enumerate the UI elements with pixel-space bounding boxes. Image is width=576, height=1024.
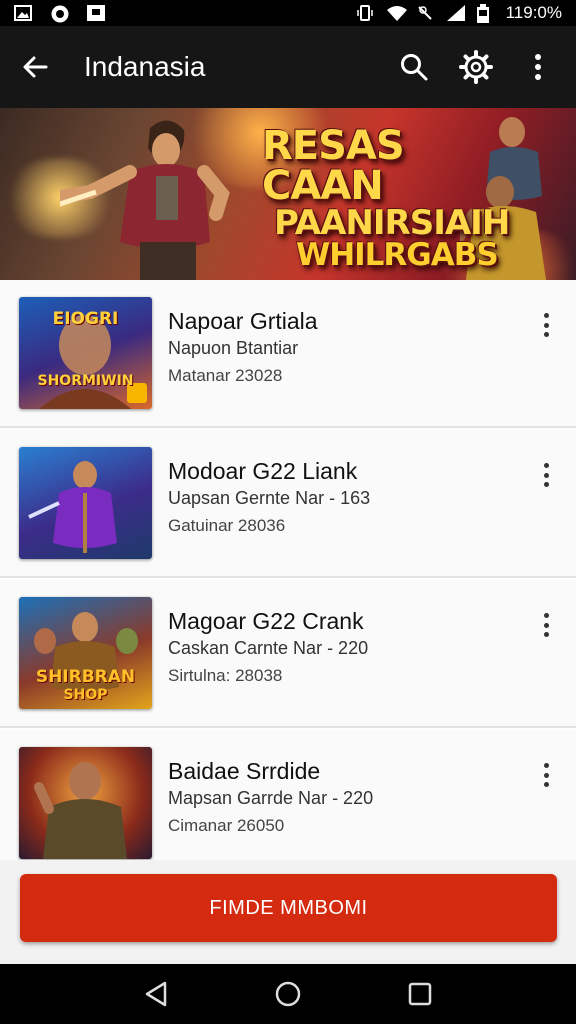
banner-headline: RESAS CAAN PAANIRSIAIH WHILRGABS [262, 126, 512, 271]
search-icon [401, 54, 428, 81]
nav-home-button[interactable] [268, 974, 308, 1014]
game-thumbnail: SHIRBRAN SHOP [19, 597, 152, 709]
back-arrow-icon [23, 56, 48, 78]
list-item[interactable]: EIOGRI SHORMIWIN Napoar Grtiala Napuon B… [0, 280, 576, 428]
primary-action-button[interactable]: FIMDE MMBOMI [20, 874, 557, 942]
cta-area: FIMDE MMBOMI [0, 860, 576, 964]
list-item[interactable]: SHIRBRAN SHOP Magoar G22 Crank Caskan Ca… [0, 580, 576, 728]
game-thumbnail [19, 447, 152, 559]
more-vert-icon [535, 54, 541, 80]
item-subtitle: Napuon Btantiar [168, 338, 299, 358]
item-more-icon[interactable] [534, 610, 558, 640]
back-triangle-icon [145, 981, 167, 1007]
tv-icon [86, 4, 105, 22]
list-item[interactable]: Baidae Srrdide Mapsan Garrde Nar - 220 C… [0, 730, 576, 878]
game-thumbnail [19, 747, 152, 859]
item-meta: Cimanar 26050 [168, 816, 285, 835]
list-item[interactable]: Modoar G22 Liank Uapsan Gernte Nar - 163… [0, 430, 576, 578]
back-button[interactable] [0, 26, 70, 108]
wifi-icon [386, 4, 407, 22]
item-more-icon[interactable] [534, 760, 558, 790]
status-time: 119:0% [505, 3, 562, 22]
item-title: Baidae Srrdide [168, 758, 321, 784]
settings-button[interactable] [456, 47, 496, 87]
app-bar: Indanasia [0, 26, 576, 108]
hero-warrior-illustration [60, 120, 230, 280]
item-meta: Gatuinar 28036 [168, 516, 286, 535]
banner-line-1: RESAS CAAN [262, 123, 405, 209]
recents-square-icon [408, 982, 432, 1006]
item-meta: Sirtulna: 28038 [168, 666, 283, 685]
thumbnail-caption-top: EIOGRI [52, 309, 119, 329]
signal-icon [446, 4, 465, 22]
item-more-icon[interactable] [534, 310, 558, 340]
nav-recents-button[interactable] [400, 974, 440, 1014]
item-title: Napoar Grtiala [168, 308, 318, 334]
banner-line-3: WHILRGABS [296, 237, 499, 273]
game-list: EIOGRI SHORMIWIN Napoar Grtiala Napuon B… [0, 280, 576, 878]
thumbnail-caption-bottom: SHORMIWIN [37, 373, 134, 389]
page-title: Indanasia [84, 51, 206, 82]
home-circle-icon [275, 981, 301, 1007]
settings-icon [459, 50, 493, 84]
mute-icon [416, 4, 434, 22]
system-nav-bar [0, 964, 576, 1024]
game-thumbnail: EIOGRI SHORMIWIN [19, 297, 152, 409]
search-button[interactable] [394, 47, 434, 87]
image-icon [14, 4, 32, 22]
nav-back-button[interactable] [136, 974, 176, 1014]
item-subtitle: Caskan Carnte Nar - 220 [168, 638, 369, 658]
promo-banner[interactable]: RESAS CAAN PAANIRSIAIH WHILRGABS [0, 108, 576, 280]
vibrate-icon [356, 4, 374, 22]
thumbnail-caption-top: SHIRBRAN [35, 667, 136, 687]
status-bar: 119:0% [0, 0, 576, 26]
battery-icon [476, 4, 494, 23]
banner-line-2: PAANIRSIAIH [274, 203, 510, 243]
item-meta: Matanar 23028 [168, 366, 283, 385]
item-subtitle: Mapsan Garrde Nar - 220 [168, 788, 374, 808]
item-more-icon[interactable] [534, 460, 558, 490]
more-options-button[interactable] [518, 47, 558, 87]
item-title: Modoar G22 Liank [168, 458, 358, 484]
thumbnail-caption-bottom: SHOP [63, 687, 108, 703]
whatsapp-icon [50, 4, 69, 23]
item-title: Magoar G22 Crank [168, 608, 364, 634]
item-subtitle: Uapsan Gernte Nar - 163 [168, 488, 371, 508]
